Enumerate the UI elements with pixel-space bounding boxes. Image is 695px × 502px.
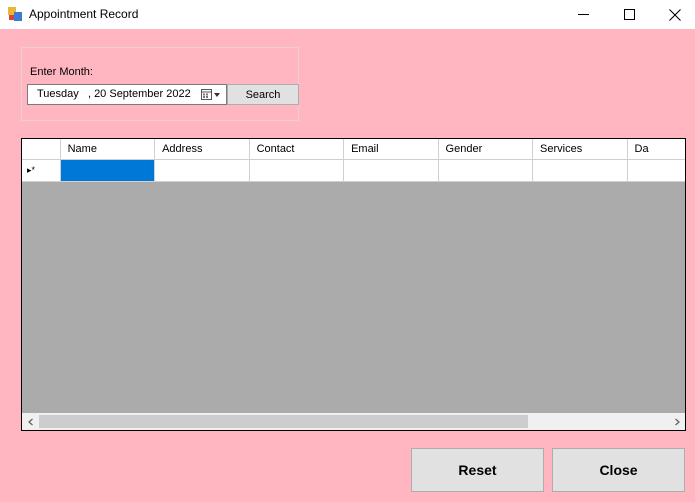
horizontal-scrollbar[interactable] [22,413,685,430]
row-header-corner[interactable] [22,139,61,160]
chevron-left-icon [27,415,35,429]
title-bar: Appointment Record [0,0,695,29]
month-date-picker[interactable]: Tuesday , 20 September 2022 [27,84,227,105]
window-title: Appointment Record [29,7,139,21]
column-header-services[interactable]: Services [533,139,628,160]
minimize-button[interactable] [560,0,606,29]
close-icon [669,8,681,21]
calendar-dropdown-icon[interactable] [200,88,224,102]
cell-name-selected[interactable] [61,160,156,182]
column-header-email[interactable]: Email [344,139,439,160]
close-button[interactable]: Close [552,448,685,492]
close-window-button[interactable] [652,0,695,29]
scroll-right-button[interactable] [668,413,685,430]
cell-contact[interactable] [249,160,345,182]
column-header-date[interactable]: Da [627,139,685,160]
maximize-icon [623,9,635,20]
maximize-button[interactable] [606,0,652,29]
enter-month-label: Enter Month: [30,66,93,78]
column-header-contact[interactable]: Contact [249,139,345,160]
cell-gender[interactable] [438,160,534,182]
reset-button[interactable]: Reset [411,448,544,492]
minimize-icon [577,9,589,20]
appointment-grid[interactable]: Name Address Contact Email Gender Servic… [21,138,686,431]
new-row-marker[interactable]: ▸* [22,160,62,182]
column-header-name[interactable]: Name [60,139,156,160]
app-icon [8,7,22,21]
cell-services[interactable] [533,160,628,182]
chevron-right-icon [673,415,681,429]
column-header-gender[interactable]: Gender [438,139,534,160]
cell-email[interactable] [344,160,439,182]
scrollbar-thumb[interactable] [39,415,528,428]
cell-date[interactable] [627,160,685,182]
scroll-left-button[interactable] [22,413,39,430]
new-row[interactable]: ▸* [22,160,685,182]
date-value: Tuesday , 20 September 2022 [37,88,191,100]
cell-address[interactable] [155,160,250,182]
column-header-address[interactable]: Address [155,139,250,160]
grid-header-row: Name Address Contact Email Gender Servic… [22,139,685,160]
search-button[interactable]: Search [227,84,299,105]
